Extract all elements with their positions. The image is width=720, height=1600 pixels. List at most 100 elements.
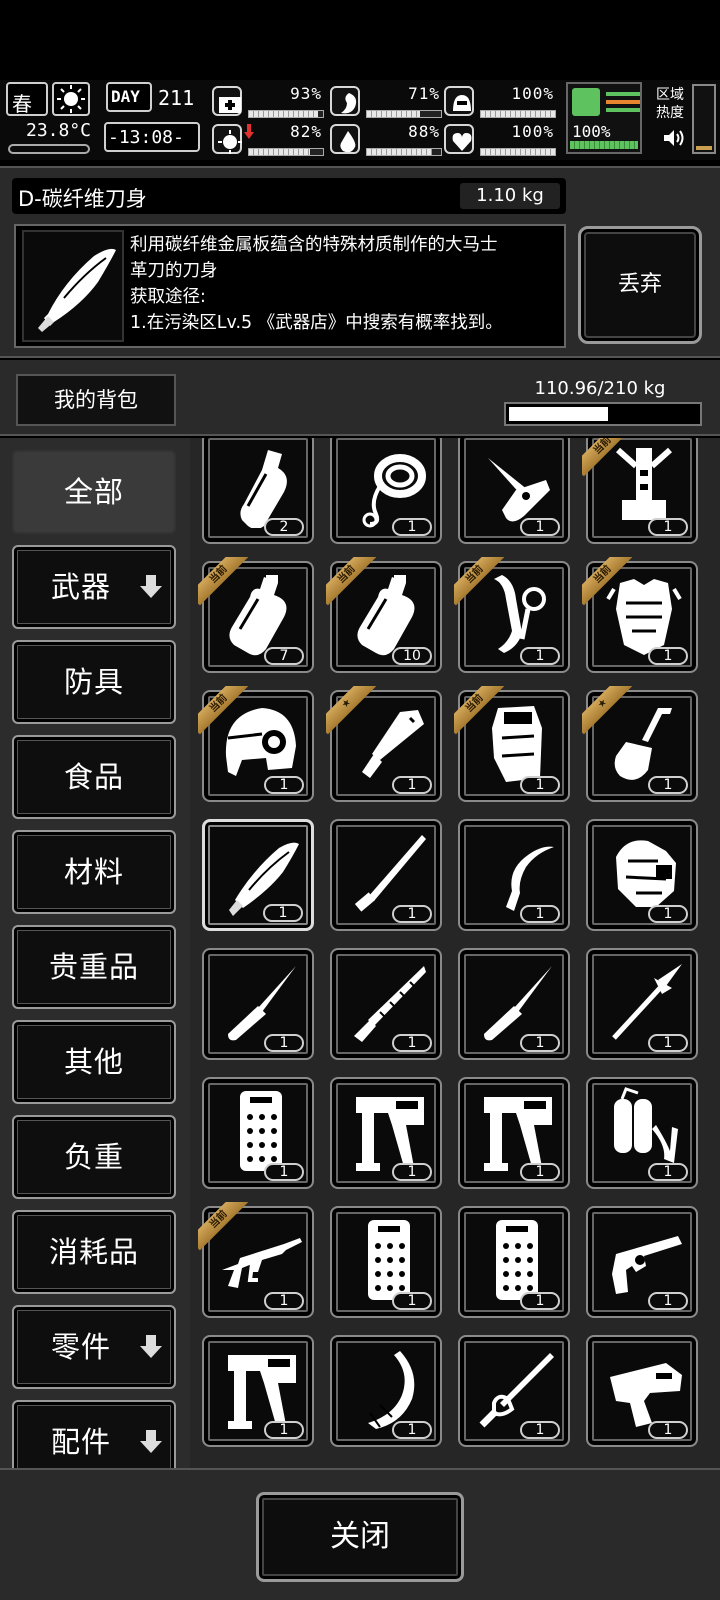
item-weight: 1.10 kg — [460, 183, 560, 209]
stat-bar — [366, 148, 442, 156]
inventory-slot[interactable]: 1 ★ — [326, 686, 442, 802]
category-tab[interactable]: 负重 — [12, 1115, 176, 1199]
category-tab[interactable]: 全部 — [12, 450, 176, 534]
clock-readout: -13:08- — [108, 127, 184, 148]
stat-value: 100% — [511, 84, 554, 103]
category-sidebar[interactable]: 全部武器防具食品材料贵重品其他负重消耗品零件配件 — [0, 438, 190, 1468]
item-count: 1 — [648, 647, 688, 665]
inventory-slot[interactable]: 1 当前 — [582, 438, 698, 544]
inventory-slot[interactable]: 1 — [586, 1077, 698, 1189]
stat-value: 93% — [290, 84, 322, 103]
clock-box: -13:08- — [104, 122, 200, 152]
category-tab[interactable]: 消耗品 — [12, 1210, 176, 1294]
stat-virus: 82% — [212, 122, 324, 158]
inventory-slot[interactable]: 1 — [202, 819, 314, 931]
discard-button[interactable]: 丢弃 — [578, 226, 702, 344]
item-count: 1 — [264, 776, 304, 794]
item-count: 1 — [264, 1292, 304, 1310]
sickle-blade-icon — [368, 1351, 415, 1429]
inventory-slot[interactable]: 1 当前 — [198, 1202, 314, 1318]
equipped-ribbon-text: 当前 — [582, 438, 632, 477]
capacity-bar — [504, 402, 702, 426]
category-tab[interactable]: 材料 — [12, 830, 176, 914]
speaker-icon[interactable] — [662, 128, 686, 152]
inventory-slot[interactable]: 1 — [586, 1206, 698, 1318]
kukri-icon — [506, 846, 554, 911]
item-count: 1 — [520, 518, 560, 536]
item-preview — [22, 230, 124, 342]
inventory-slot[interactable]: 1 — [458, 948, 570, 1060]
inventory-slot[interactable]: 1 — [586, 819, 698, 931]
stiletto-icon — [484, 966, 552, 1041]
inventory-slot[interactable]: 1 — [202, 1335, 314, 1447]
inventory-slot[interactable]: 1 ★ — [582, 686, 698, 802]
equipped-ribbon-text: 当前 — [198, 557, 248, 606]
equipped-ribbon-text: 当前 — [454, 686, 504, 735]
inventory-slot[interactable]: 1 — [330, 1077, 442, 1189]
inventory-slot[interactable]: 10 当前 — [326, 557, 442, 673]
revolver-icon — [612, 1236, 682, 1294]
stat-health: 93% — [212, 84, 324, 120]
medkit-icon — [212, 86, 242, 116]
category-label: 防具 — [63, 665, 124, 699]
stat-mood: 100% — [444, 122, 556, 158]
category-tab[interactable]: 配件 — [12, 1400, 176, 1468]
close-button[interactable]: 关闭 — [256, 1492, 464, 1582]
equipped-ribbon: 当前 — [582, 557, 632, 607]
inventory-slot[interactable]: 1 — [330, 819, 442, 931]
category-tab[interactable]: 武器 — [12, 545, 176, 629]
water-drop-icon — [330, 124, 360, 154]
riot-shield-icon — [496, 1220, 538, 1300]
category-tab[interactable]: 贵重品 — [12, 925, 176, 1009]
inventory-slot[interactable]: 1 当前 — [454, 557, 570, 673]
category-tab[interactable]: 零件 — [12, 1305, 176, 1389]
category-tab[interactable]: 防具 — [12, 640, 176, 724]
item-count: 1 — [520, 905, 560, 923]
zone-heat-meter — [692, 84, 716, 154]
stat-bar — [366, 110, 442, 118]
inventory-slot[interactable]: 1 — [330, 948, 442, 1060]
inventory-slot[interactable]: 1 — [202, 948, 314, 1060]
inventory-slot[interactable]: 1 — [458, 1335, 570, 1447]
stamina-box: 100% — [566, 82, 642, 154]
stamina-value: 100% — [572, 122, 611, 141]
category-tab[interactable]: 食品 — [12, 735, 176, 819]
item-count: 1 — [520, 1034, 560, 1052]
inventory-slot[interactable]: 1 — [458, 1206, 570, 1318]
item-count: 1 — [648, 1421, 688, 1439]
inventory-grid[interactable]: 2 1 1 1 当前 7 当前 10 当前 1 当前 1 当前 1 当前 1 ★ 1 当前 1 ★ 1 1 1 1 1 1 1 1 1 1 1… — [190, 438, 720, 1468]
saw-blade-icon — [354, 966, 426, 1042]
item-count: 1 — [520, 647, 560, 665]
category-tab[interactable]: 其他 — [12, 1020, 176, 1104]
thermometer-icon — [8, 144, 90, 154]
inventory-slot[interactable]: 1 — [330, 1335, 442, 1447]
equipped-ribbon-text: 当前 — [582, 557, 632, 606]
inventory-slot[interactable]: 1 当前 — [454, 686, 570, 802]
item-count: 1 — [648, 776, 688, 794]
inventory-slot[interactable]: 1 — [330, 1206, 442, 1318]
inventory-slot[interactable]: 1 当前 — [198, 686, 314, 802]
my-backpack-tab[interactable]: 我的背包 — [16, 374, 176, 426]
nail-gun-icon — [484, 1097, 552, 1171]
day-box: DAY — [106, 82, 152, 112]
carbon-blade-icon — [38, 248, 116, 332]
inventory-slot[interactable]: 1 — [202, 1077, 314, 1189]
item-count: 1 — [392, 1163, 432, 1181]
item-count: 1 — [392, 518, 432, 536]
capacity-readout: 110.96/210 kg — [534, 378, 666, 399]
stat-hunger: 71% — [330, 84, 442, 120]
inventory-slot[interactable]: 1 — [458, 438, 570, 544]
item-count: 1 — [648, 518, 688, 536]
item-description: 利用碳纤维金属板蕴含的特殊材质制作的大马士 革刀的刀身 获取途径: 1.在污染区… — [130, 235, 503, 333]
inventory-slot[interactable]: 1 — [458, 1077, 570, 1189]
inventory-slot[interactable]: 7 当前 — [198, 557, 314, 673]
star-icon: ★ — [326, 686, 376, 735]
zone-heat-label: 区域 热度 — [656, 87, 684, 121]
stiletto-icon — [228, 966, 296, 1041]
inventory-slot[interactable]: 1 当前 — [582, 557, 698, 673]
inventory-slot[interactable]: 1 — [330, 438, 442, 544]
inventory-slot[interactable]: 1 — [586, 948, 698, 1060]
inventory-slot[interactable]: 1 — [586, 1335, 698, 1447]
inventory-slot[interactable]: 2 — [202, 438, 314, 544]
inventory-slot[interactable]: 1 — [458, 819, 570, 931]
